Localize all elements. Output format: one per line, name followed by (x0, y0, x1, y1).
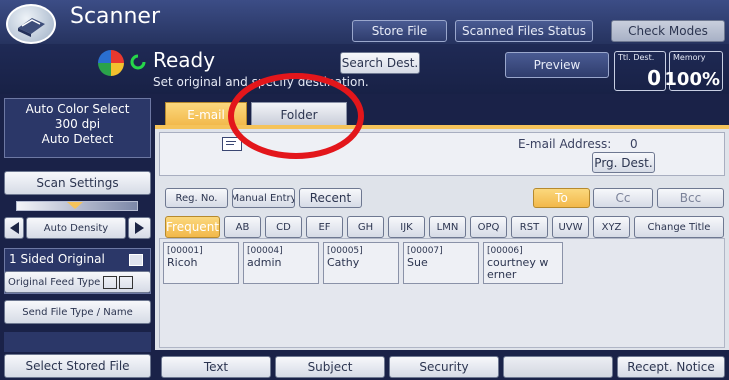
email-address-label: E-mail Address: (518, 137, 612, 151)
density-pointer-icon (67, 202, 83, 209)
destination-sue[interactable]: [00007] Sue (403, 242, 479, 284)
destination-ricoh[interactable]: [00001] Ricoh (163, 242, 239, 284)
scan-settings-button[interactable]: Scan Settings (4, 171, 151, 195)
to-button[interactable]: To (533, 188, 590, 208)
index-tab-rst[interactable]: RST (511, 216, 548, 238)
index-tab-opq[interactable]: OPQ (470, 216, 507, 238)
store-file-button[interactable]: Store File (352, 20, 447, 42)
index-tab-lmn[interactable]: LMN (429, 216, 466, 238)
index-tab-ab[interactable]: AB (224, 216, 261, 238)
email-address-count: 0 (630, 137, 638, 151)
total-destinations: Ttl. Dest. 0 (614, 51, 666, 91)
density-scale (16, 201, 138, 211)
tab-email[interactable]: E-mail (165, 102, 247, 126)
preview-button[interactable]: Preview (505, 52, 609, 78)
color-mode-summary: Auto Color Select 300 dpi Auto Detect (4, 98, 151, 158)
bcc-button[interactable]: Bcc (657, 188, 724, 208)
feed-orientation-alt-icon (119, 275, 134, 289)
index-tab-gh[interactable]: GH (347, 216, 384, 238)
destination-courtney-werner[interactable]: [00006] courtney w erner (483, 242, 563, 284)
original-settings-box: 1 Sided Original Original Feed Type (4, 248, 151, 294)
ready-refresh-icon (128, 52, 148, 72)
index-tab-ijk[interactable]: IJK (388, 216, 425, 238)
triangle-right-icon (135, 222, 144, 234)
copy-color-icon (98, 50, 124, 76)
address-area: E-mail Address: 0 Prg. Dest. (159, 132, 725, 176)
destination-admin[interactable]: [00004] admin (243, 242, 319, 284)
tab-underline (155, 125, 729, 129)
search-dest-button[interactable]: Search Dest. (340, 52, 420, 74)
subject-button[interactable]: Subject (275, 356, 385, 378)
index-tab-xyz[interactable]: XYZ (593, 216, 630, 238)
destination-cathy[interactable]: [00005] Cathy (323, 242, 399, 284)
sided-original-label: 1 Sided Original (9, 252, 105, 266)
original-orientation-icon (129, 254, 143, 266)
select-stored-file-button[interactable]: Select Stored File (4, 354, 151, 378)
density-lighter-button[interactable] (4, 217, 24, 239)
email-card-icon (222, 137, 242, 151)
left-spacer-panel (4, 332, 151, 352)
auto-density-button[interactable]: Auto Density (26, 217, 126, 239)
main-destination-area: E-mail Folder E-mail Address: 0 Prg. Des… (155, 94, 729, 380)
memory-indicator: Memory 100% (664, 51, 723, 91)
index-tab-uvw[interactable]: UVW (552, 216, 589, 238)
triangle-left-icon (9, 222, 19, 234)
recent-button[interactable]: Recent (299, 188, 362, 208)
text-button[interactable]: Text (161, 356, 271, 378)
change-title-button[interactable]: Change Title (634, 216, 724, 238)
index-tab-frequent[interactable]: Frequent (165, 216, 220, 238)
manual-entry-button[interactable]: Manual Entry (232, 188, 295, 208)
status-bar: Ready Set original and specify destinati… (0, 44, 729, 94)
recept-notice-button[interactable]: Recept. Notice (617, 356, 725, 378)
density-darker-button[interactable] (128, 217, 151, 239)
tab-folder[interactable]: Folder (251, 102, 347, 126)
app-title: Scanner (70, 4, 161, 29)
reg-no-button[interactable]: Reg. No. (165, 188, 228, 208)
instruction-text: Set original and specify destination. (153, 75, 369, 89)
disabled-option-button (503, 356, 613, 378)
left-settings-panel: Auto Color Select 300 dpi Auto Detect Sc… (0, 94, 155, 380)
scanner-icon (6, 4, 56, 44)
original-feed-type-button[interactable]: Original Feed Type (4, 271, 151, 293)
feed-orientation-icon (103, 275, 118, 289)
index-tab-ef[interactable]: EF (306, 216, 343, 238)
send-file-type-button[interactable]: Send File Type / Name (4, 300, 151, 324)
scanned-files-status-button[interactable]: Scanned Files Status (455, 20, 593, 42)
index-tab-cd[interactable]: CD (265, 216, 302, 238)
header-bar: Scanner Store File Scanned Files Status … (0, 0, 729, 44)
ready-status: Ready (153, 48, 216, 72)
cc-button[interactable]: Cc (593, 188, 653, 208)
check-modes-button[interactable]: Check Modes (611, 20, 725, 42)
security-button[interactable]: Security (389, 356, 499, 378)
prg-dest-button[interactable]: Prg. Dest. (592, 152, 655, 173)
